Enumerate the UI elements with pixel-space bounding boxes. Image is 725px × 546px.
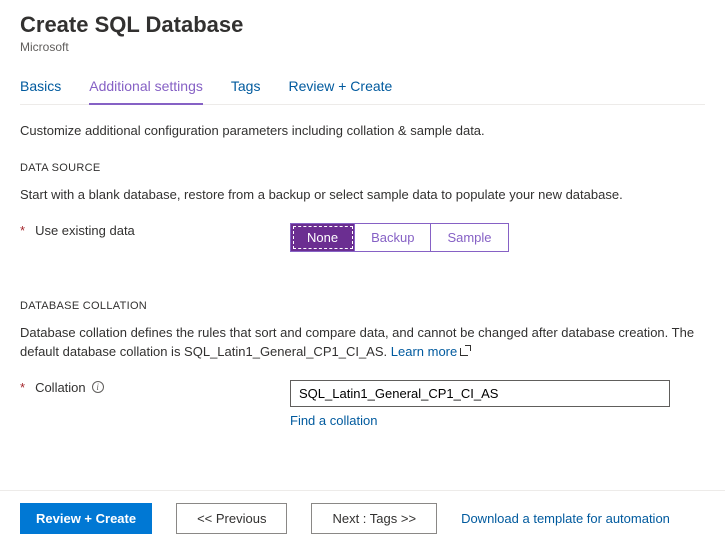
footer-bar: Review + Create << Previous Next : Tags … <box>0 490 725 546</box>
info-icon[interactable]: i <box>92 381 104 393</box>
tab-bar: Basics Additional settings Tags Review +… <box>20 78 705 105</box>
option-none[interactable]: None <box>291 224 355 251</box>
learn-more-link[interactable]: Learn more <box>391 344 470 359</box>
collation-row: * Collation i Find a collation <box>20 380 705 428</box>
option-backup[interactable]: Backup <box>355 224 431 251</box>
next-button[interactable]: Next : Tags >> <box>311 503 437 534</box>
required-marker: * <box>20 223 25 238</box>
external-link-icon <box>460 346 470 356</box>
find-collation-link[interactable]: Find a collation <box>290 413 377 428</box>
tab-tags[interactable]: Tags <box>231 78 261 104</box>
collation-label: Collation <box>35 380 86 395</box>
collation-input[interactable] <box>290 380 670 407</box>
page-title: Create SQL Database <box>20 12 705 38</box>
use-existing-data-selector: None Backup Sample <box>290 223 509 252</box>
tab-additional-settings[interactable]: Additional settings <box>89 78 203 104</box>
data-source-desc: Start with a blank database, restore fro… <box>20 186 705 205</box>
use-existing-data-row: * Use existing data None Backup Sample <box>20 223 705 252</box>
use-existing-data-label: Use existing data <box>35 223 135 238</box>
option-sample[interactable]: Sample <box>431 224 507 251</box>
collation-heading: DATABASE COLLATION <box>20 300 705 312</box>
required-marker: * <box>20 380 25 395</box>
collation-desc: Database collation defines the rules tha… <box>20 324 705 362</box>
review-create-button[interactable]: Review + Create <box>20 503 152 534</box>
page-header: Create SQL Database Microsoft <box>20 12 705 54</box>
intro-text: Customize additional configuration param… <box>20 123 705 138</box>
collation-desc-text: Database collation defines the rules tha… <box>20 325 694 359</box>
publisher-label: Microsoft <box>20 40 705 54</box>
tab-review-create[interactable]: Review + Create <box>288 78 392 104</box>
previous-button[interactable]: << Previous <box>176 503 287 534</box>
download-template-link[interactable]: Download a template for automation <box>461 511 670 526</box>
tab-basics[interactable]: Basics <box>20 78 61 104</box>
data-source-heading: DATA SOURCE <box>20 162 705 174</box>
